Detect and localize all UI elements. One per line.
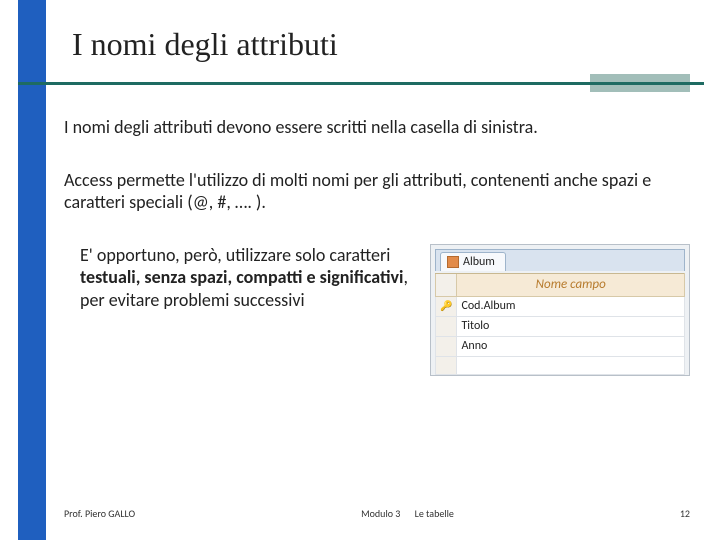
key-cell xyxy=(436,356,457,374)
primary-key-icon: 🔑 xyxy=(440,299,452,312)
para3-pre: E' opportuno, però, utilizzare solo cara… xyxy=(80,244,390,266)
key-cell xyxy=(436,316,457,336)
access-grid: Nome campo 🔑 Cod.Album Titolo Anno xyxy=(435,273,685,375)
slide: I nomi degli attributi I nomi degli attr… xyxy=(0,0,720,540)
field-name-cell xyxy=(457,356,685,374)
footer-module: Modulo 3 xyxy=(361,507,400,520)
access-header-keycol xyxy=(436,273,457,296)
footer-author: Prof. Piero GALLO xyxy=(64,507,135,520)
table-row: 🔑 Cod.Album xyxy=(436,296,685,316)
para3-bold: testuali, senza spazi, compatti e signif… xyxy=(80,266,403,288)
table-row: Titolo xyxy=(436,316,685,336)
access-tab-bar: Album xyxy=(435,249,685,271)
access-header-row: Nome campo xyxy=(436,273,685,296)
left-accent-bar xyxy=(18,0,46,540)
access-tab-label: Album xyxy=(463,255,495,270)
title-underline xyxy=(18,82,704,85)
table-row xyxy=(436,356,685,374)
access-header-fieldname: Nome campo xyxy=(457,273,685,296)
table-icon xyxy=(447,256,459,268)
slide-title: I nomi degli attributi xyxy=(72,26,338,63)
key-cell xyxy=(436,336,457,356)
paragraph-3: E' opportuno, però, utilizzare solo cara… xyxy=(64,244,412,312)
footer-center: Modulo 3 Le tabelle xyxy=(135,507,680,520)
footer-subject: Le tabelle xyxy=(415,507,454,520)
paragraph-2: Access permette l'utilizzo di molti nomi… xyxy=(64,169,690,214)
field-name-cell: Cod.Album xyxy=(457,296,685,316)
field-name-cell: Anno xyxy=(457,336,685,356)
access-table-mockup: Album Nome campo 🔑 Cod.Album Titolo xyxy=(430,244,690,376)
access-tab: Album xyxy=(440,252,506,271)
footer-page-number: 12 xyxy=(680,507,690,520)
row-text-and-image: E' opportuno, però, utilizzare solo cara… xyxy=(64,244,690,376)
key-cell: 🔑 xyxy=(436,296,457,316)
paragraph-1: I nomi degli attributi devono essere scr… xyxy=(64,116,690,139)
table-row: Anno xyxy=(436,336,685,356)
field-name-cell: Titolo xyxy=(457,316,685,336)
slide-footer: Prof. Piero GALLO Modulo 3 Le tabelle 12 xyxy=(64,507,690,520)
slide-body: I nomi degli attributi devono essere scr… xyxy=(64,116,690,376)
